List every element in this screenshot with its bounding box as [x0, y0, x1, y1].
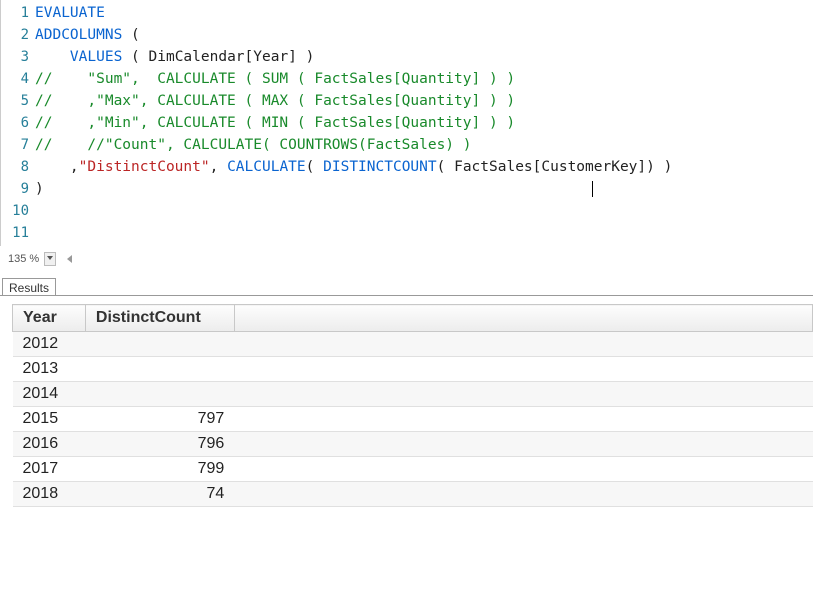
text-caret [592, 181, 593, 197]
results-panel: Results YearDistinctCount 20122013201420… [0, 276, 813, 601]
cell-distinctcount [85, 382, 234, 407]
line-number: 2 [1, 24, 35, 46]
tab-results[interactable]: Results [2, 278, 56, 295]
cell-year: 2017 [13, 457, 86, 482]
line-code[interactable]: VALUES ( DimCalendar[Year] ) [35, 46, 314, 68]
editor-line[interactable]: 2ADDCOLUMNS ( [1, 24, 813, 46]
table-row[interactable]: 2013 [13, 357, 813, 382]
line-number: 5 [1, 90, 35, 112]
line-number: 6 [1, 112, 35, 134]
cell-year: 2016 [13, 432, 86, 457]
cell-distinctcount [85, 357, 234, 382]
line-code[interactable]: EVALUATE [35, 2, 105, 24]
line-number: 7 [1, 134, 35, 156]
cell-year: 2015 [13, 407, 86, 432]
table-row[interactable]: 2015797 [13, 407, 813, 432]
table-row[interactable]: 2014 [13, 382, 813, 407]
line-number: 4 [1, 68, 35, 90]
line-code[interactable]: ) [35, 178, 44, 200]
cell-distinctcount: 796 [85, 432, 234, 457]
editor-line[interactable]: 11 [1, 222, 813, 244]
line-code[interactable]: // ,"Min", CALCULATE ( MIN ( FactSales[Q… [35, 112, 515, 134]
editor-line[interactable]: 1EVALUATE [1, 2, 813, 24]
editor-line[interactable]: 4// "Sum", CALCULATE ( SUM ( FactSales[Q… [1, 68, 813, 90]
cell-year: 2012 [13, 332, 86, 357]
line-number: 8 [1, 156, 35, 178]
cell-year: 2014 [13, 382, 86, 407]
editor-line[interactable]: 5// ,"Max", CALCULATE ( MAX ( FactSales[… [1, 90, 813, 112]
editor-zoom-bar: 135 % [8, 252, 72, 266]
editor-line[interactable]: 9) [1, 178, 813, 200]
table-row[interactable]: 2012 [13, 332, 813, 357]
zoom-dropdown[interactable] [44, 252, 56, 266]
cell-distinctcount: 799 [85, 457, 234, 482]
line-code[interactable]: ,"DistinctCount", CALCULATE( DISTINCTCOU… [35, 156, 672, 178]
line-number: 1 [1, 2, 35, 24]
cell-distinctcount: 74 [85, 482, 234, 507]
zoom-level: 135 % [8, 253, 39, 265]
table-row[interactable]: 2016796 [13, 432, 813, 457]
hscroll-left-icon[interactable] [67, 255, 72, 263]
editor-line[interactable]: 3 VALUES ( DimCalendar[Year] ) [1, 46, 813, 68]
line-code[interactable]: // "Sum", CALCULATE ( SUM ( FactSales[Qu… [35, 68, 515, 90]
line-number: 11 [1, 222, 35, 244]
cell-distinctcount [85, 332, 234, 357]
cell-year: 2018 [13, 482, 86, 507]
editor-line[interactable]: 6// ,"Min", CALCULATE ( MIN ( FactSales[… [1, 112, 813, 134]
column-header-distinctcount[interactable]: DistinctCount [85, 305, 234, 332]
line-number: 9 [1, 178, 35, 200]
cell-year: 2013 [13, 357, 86, 382]
column-header-spacer [234, 305, 812, 332]
line-number: 10 [1, 200, 35, 222]
table-row[interactable]: 201874 [13, 482, 813, 507]
cell-distinctcount: 797 [85, 407, 234, 432]
dax-editor[interactable]: 1EVALUATE2ADDCOLUMNS (3 VALUES ( DimCale… [0, 0, 813, 246]
editor-line[interactable]: 10 [1, 200, 813, 222]
line-code[interactable]: // ,"Max", CALCULATE ( MAX ( FactSales[Q… [35, 90, 515, 112]
column-header-year[interactable]: Year [13, 305, 86, 332]
line-code[interactable]: ADDCOLUMNS ( [35, 24, 140, 46]
table-row[interactable]: 2017799 [13, 457, 813, 482]
line-number: 3 [1, 46, 35, 68]
editor-line[interactable]: 8 ,"DistinctCount", CALCULATE( DISTINCTC… [1, 156, 813, 178]
line-code[interactable]: // //"Count", CALCULATE( COUNTROWS(FactS… [35, 134, 472, 156]
editor-line[interactable]: 7// //"Count", CALCULATE( COUNTROWS(Fact… [1, 134, 813, 156]
results-grid[interactable]: YearDistinctCount 2012201320142015797201… [12, 304, 813, 507]
